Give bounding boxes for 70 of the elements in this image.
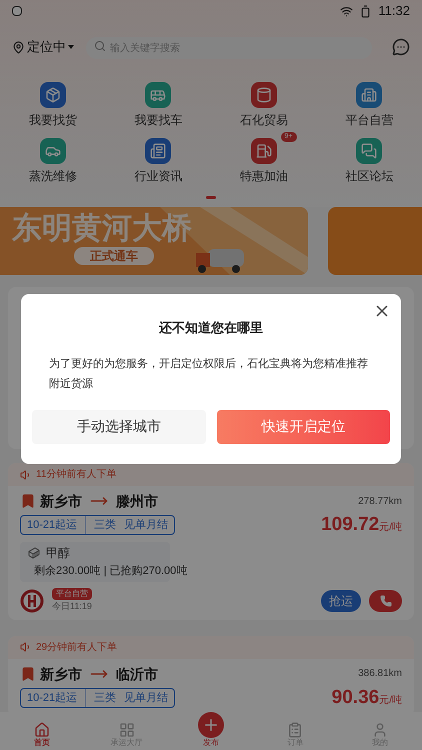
shortcut-item[interactable]: 平台自营 (316, 76, 422, 132)
caret-icon (68, 45, 74, 49)
origin-city: 新乡市 (40, 492, 82, 510)
page-indicator (206, 196, 216, 199)
price: 90.36 (332, 686, 380, 708)
cargo-name: 甲醇 (46, 546, 70, 560)
bus-icon (145, 82, 172, 108)
status-time: 11:32 (378, 2, 410, 20)
origin-city: 新乡市 (40, 664, 82, 682)
shortcut-item[interactable]: 蒸洗维修 (0, 132, 106, 188)
bookmark-icon (20, 493, 36, 509)
chat-icon (356, 138, 382, 164)
car-icon (40, 138, 66, 164)
cargo-remaining: 剩余230.00吨 | 已抢购270.00吨 (34, 564, 188, 578)
dialog-title: 还不知道您在哪里 (158, 319, 264, 337)
banner-title: 东明黄河大桥 (12, 211, 192, 247)
bookmark-icon (20, 666, 36, 682)
order-tag: 三类 (85, 516, 116, 534)
shortcut-item[interactable]: 我要找车 (106, 76, 211, 132)
shortcut-item[interactable]: 我要找货 (0, 76, 106, 132)
enable-location-button[interactable]: 快速开启定位 (216, 410, 390, 444)
search-icon (94, 40, 106, 52)
order-card[interactable]: 29分钟前有人下单 新乡市 临沂市 386.81km 10-21起运 三类 见单月结 90.36元/吨 (8, 636, 414, 712)
grid-icon (118, 722, 135, 738)
distance: 386.81km (358, 667, 402, 681)
wifi-icon (340, 4, 354, 18)
message-icon[interactable] (392, 38, 410, 56)
nav-tab[interactable]: 首页 (0, 722, 84, 748)
select-city-button[interactable]: 手动选择城市 (32, 410, 206, 444)
clipboard-icon (287, 722, 304, 738)
user-icon (372, 722, 388, 738)
speaker-icon (20, 641, 32, 653)
barrel-icon (250, 82, 277, 108)
order-tag: 10-21起运 (27, 516, 78, 534)
price: 109.72 (321, 514, 380, 536)
shortcut-item[interactable]: 石化贸易 (211, 76, 316, 132)
order-notice: 29分钟前有人下单 (36, 640, 118, 654)
destination-city: 滕州市 (116, 492, 158, 510)
grab-button[interactable]: 抢运 (321, 590, 361, 612)
building-icon (356, 82, 382, 108)
price-unit: 元/吨 (379, 520, 402, 535)
price-unit: 元/吨 (379, 694, 402, 708)
distance: 278.77km (358, 494, 402, 508)
order-notice: 11分钟前有人下单 (36, 468, 116, 482)
location-selector[interactable]: 定位中 (12, 37, 74, 57)
order-tag: 三类 (85, 688, 116, 706)
speaker-icon (20, 468, 32, 480)
company-logo (20, 588, 44, 613)
dialog-message: 为了更好的为您服务，开启定位权限后，石化宝典将为您精准推荐附近货源 (48, 356, 369, 392)
app-notification-icon (12, 6, 22, 16)
banner-subtitle: 正式通车 (74, 247, 154, 265)
order-tag: 见单月结 (124, 688, 168, 706)
banner[interactable]: 东明黄河大桥 正式通车 (0, 207, 308, 275)
battery-icon (359, 4, 372, 18)
home-icon (34, 722, 50, 738)
order-card[interactable]: 11分钟前有人下单 新乡市 滕州市 278.77km 10-21起运 三类 见单月结 109.72元/吨 甲醇 剩余230.00吨 | 已抢购270.00吨 平台自营 今日11:19 抢运 (8, 463, 414, 620)
map-pin-icon (12, 40, 25, 54)
order-tag: 见单月结 (124, 516, 168, 534)
nav-tab[interactable]: 发布 (168, 712, 254, 748)
order-time: 今日11:19 (52, 600, 92, 613)
order-tag: 10-21起运 (27, 688, 78, 706)
shortcut-item[interactable]: 社区论坛 (316, 132, 422, 188)
shortcut-item[interactable]: 行业资讯 (106, 132, 211, 188)
destination-city: 临沂市 (116, 664, 158, 682)
fuel-pump-icon (250, 138, 277, 164)
platform-badge: 平台自营 (52, 588, 92, 600)
newspaper-icon (145, 138, 172, 164)
phone-icon (380, 594, 392, 607)
call-button[interactable] (369, 590, 402, 612)
box-icon (40, 82, 66, 108)
